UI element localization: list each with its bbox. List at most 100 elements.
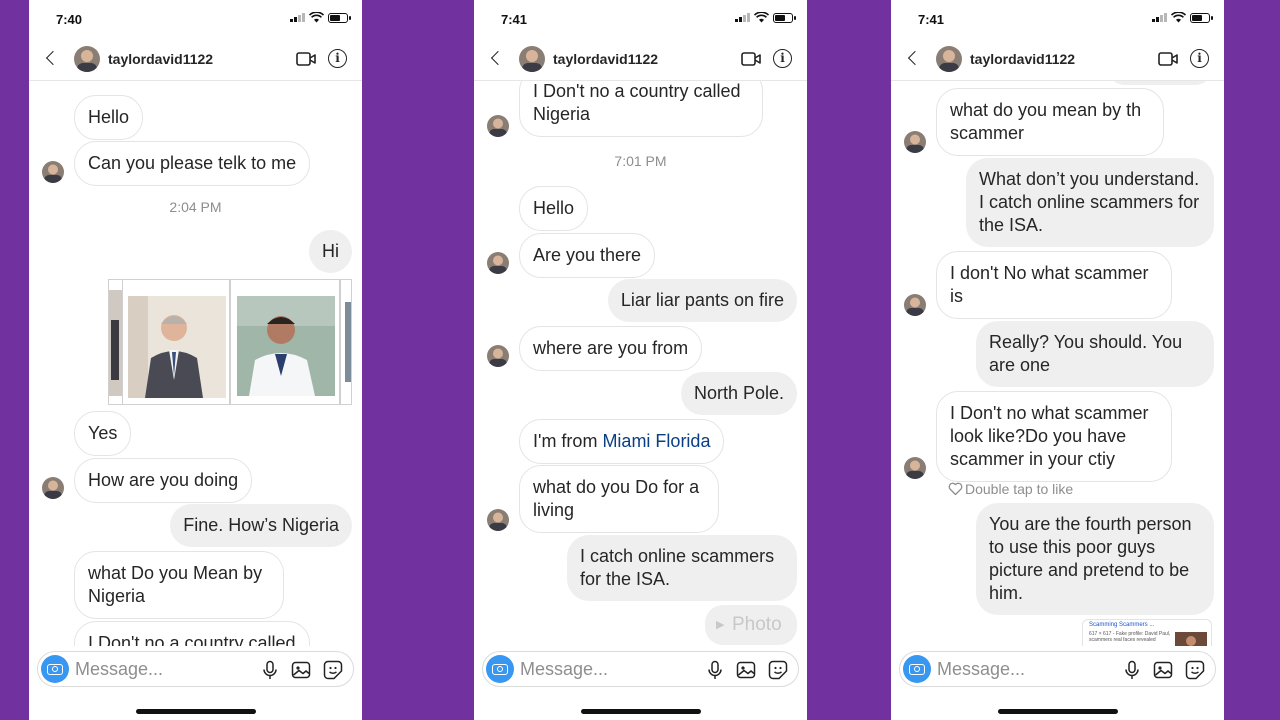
location-link[interactable]: Miami Florida: [602, 431, 710, 451]
outgoing-message[interactable]: You are the fourth person to use this po…: [976, 503, 1214, 615]
outgoing-message[interactable]: What don’t you understand. I catch onlin…: [966, 158, 1214, 247]
battery-icon: [328, 12, 351, 23]
sender-avatar: [904, 294, 926, 316]
username[interactable]: taylordavid1122: [553, 51, 658, 67]
incoming-message[interactable]: what do you Do for a living: [519, 465, 719, 533]
info-icon[interactable]: i: [1190, 49, 1209, 68]
message-thread: what do you mean by th scammer What don’…: [891, 81, 1224, 646]
back-chevron-icon[interactable]: [905, 50, 923, 68]
signal-icon: [735, 13, 750, 22]
home-indicator: [580, 709, 701, 714]
previous-message-edge: [1110, 81, 1210, 85]
incoming-message[interactable]: what do you mean by th scammer: [936, 88, 1164, 156]
outgoing-message[interactable]: I catch online scammers for the ISA.: [567, 535, 797, 601]
timestamp: 7:01 PM: [614, 153, 667, 169]
message-input[interactable]: [937, 652, 1107, 686]
phone-screen-2: 7:41 taylordavid1122 i I Don't no a coun…: [474, 0, 807, 720]
sticker-icon[interactable]: [1185, 660, 1205, 680]
info-icon[interactable]: i: [328, 49, 347, 68]
outgoing-message[interactable]: Liar liar pants on fire: [607, 279, 797, 322]
double-tap-hint[interactable]: Double tap to like: [948, 481, 1073, 497]
avatar[interactable]: [74, 46, 100, 72]
photo-man-in-suit[interactable]: [122, 279, 230, 405]
camera-icon[interactable]: [486, 655, 514, 683]
gallery-icon[interactable]: [736, 660, 756, 680]
message-thread: Hello Can you please telk to me 2:04 PM …: [29, 81, 362, 646]
gallery-icon[interactable]: [291, 660, 311, 680]
incoming-message[interactable]: Hello: [519, 186, 589, 231]
incoming-message[interactable]: I Don't no what scammer look like?Do you…: [936, 391, 1172, 482]
incoming-message[interactable]: Hello: [74, 95, 144, 140]
wifi-icon: [1171, 12, 1186, 23]
play-icon: ▶: [716, 619, 725, 631]
chat-header: taylordavid1122 i: [891, 38, 1224, 81]
username[interactable]: taylordavid1122: [108, 51, 213, 67]
incoming-message[interactable]: Yes: [74, 411, 132, 456]
sender-avatar: [487, 509, 509, 531]
video-call-icon[interactable]: [1158, 50, 1178, 68]
preview-subtitle: 617 × 617 - Fake profile: David Paul, sc…: [1089, 631, 1171, 643]
sender-avatar: [42, 161, 64, 183]
incoming-message[interactable]: I don't No what scammer is: [936, 251, 1172, 319]
incoming-message[interactable]: where are you from: [519, 326, 703, 371]
sending-photo[interactable]: ▶ Photo: [705, 605, 797, 645]
preview-title: Scamming Scammers ...: [1089, 622, 1155, 628]
video-call-icon[interactable]: [296, 50, 316, 68]
signal-icon: [290, 13, 305, 22]
message-input[interactable]: [520, 652, 690, 686]
status-bar: 7:41: [474, 0, 807, 38]
heart-icon: [948, 482, 963, 496]
avatar[interactable]: [519, 46, 545, 72]
incoming-message[interactable]: Can you please telk to me: [74, 141, 311, 186]
wifi-icon: [309, 12, 324, 23]
shared-photo-collage[interactable]: [108, 279, 352, 405]
preview-thumbnail: [1175, 632, 1207, 646]
incoming-message[interactable]: Are you there: [519, 233, 656, 278]
sticker-icon[interactable]: [323, 660, 343, 680]
incoming-message[interactable]: How are you doing: [74, 458, 253, 503]
shared-link-preview[interactable]: Scamming Scammers ... 617 × 617 - Fake p…: [1082, 619, 1212, 646]
username[interactable]: taylordavid1122: [970, 51, 1075, 67]
phone-screen-1: 7:40 taylordavid1122 i Hello Can you ple…: [29, 0, 362, 720]
incoming-message[interactable]: I Don't no a country called Nigeria: [519, 81, 763, 137]
sender-avatar: [487, 115, 509, 137]
home-indicator: [135, 709, 256, 714]
sender-avatar: [904, 457, 926, 479]
signal-icon: [1152, 13, 1167, 22]
microphone-icon[interactable]: [260, 660, 280, 680]
back-chevron-icon[interactable]: [488, 50, 506, 68]
outgoing-message[interactable]: North Pole.: [680, 372, 797, 415]
battery-icon: [1190, 12, 1213, 23]
microphone-icon[interactable]: [1122, 660, 1142, 680]
info-icon[interactable]: i: [773, 49, 792, 68]
camera-icon[interactable]: [903, 655, 931, 683]
message-input[interactable]: [75, 652, 245, 686]
status-time: 7:41: [501, 12, 528, 27]
photo-doctor[interactable]: [230, 279, 340, 405]
outgoing-message[interactable]: Fine. How’s Nigeria: [170, 504, 352, 547]
outgoing-message[interactable]: Really? You should. You are one: [976, 321, 1214, 387]
phone-screen-3: 7:41 taylordavid1122 i what do you mean …: [891, 0, 1224, 720]
incoming-message[interactable]: what Do you Mean by Nigeria: [74, 551, 284, 619]
chat-header: taylordavid1122 i: [474, 38, 807, 81]
message-composer: [899, 651, 1216, 687]
chat-header: taylordavid1122 i: [29, 38, 362, 81]
sender-avatar: [487, 345, 509, 367]
back-chevron-icon[interactable]: [43, 50, 61, 68]
message-thread: I Don't no a country called Nigeria 7:01…: [474, 81, 807, 646]
outgoing-message[interactable]: Hi: [309, 230, 352, 273]
video-call-icon[interactable]: [741, 50, 761, 68]
sender-avatar: [42, 477, 64, 499]
incoming-message[interactable]: I Don't no a country called: [74, 621, 310, 646]
timestamp: 2:04 PM: [169, 199, 222, 215]
incoming-message[interactable]: I'm from Miami Florida: [519, 419, 725, 464]
camera-icon[interactable]: [41, 655, 69, 683]
home-indicator: [997, 709, 1118, 714]
gallery-icon[interactable]: [1153, 660, 1173, 680]
status-bar: 7:41: [891, 0, 1224, 38]
microphone-icon[interactable]: [705, 660, 725, 680]
battery-icon: [773, 12, 796, 23]
status-bar: 7:40: [29, 0, 362, 38]
sticker-icon[interactable]: [768, 660, 788, 680]
avatar[interactable]: [936, 46, 962, 72]
